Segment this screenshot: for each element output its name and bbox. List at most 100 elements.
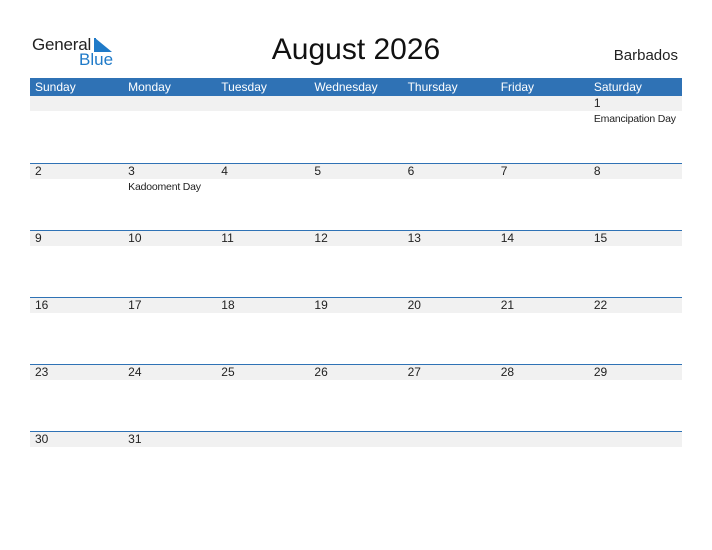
weekday-monday: Monday [128,80,171,94]
date-bar: 30 31 [30,432,682,447]
weekday-sunday: Sunday [35,80,76,94]
event-area [30,380,682,382]
holiday-event [30,447,123,449]
holiday-event [403,380,496,382]
day-number: 9 [35,231,42,245]
weekday-header-row: Sunday Monday Tuesday Wednesday Thursday… [30,78,682,96]
country-label: Barbados [613,47,678,64]
day-number: 21 [500,298,515,312]
holiday-event [496,111,589,125]
day-number: 25 [221,365,235,379]
day-number [216,432,309,447]
day-number [309,432,402,447]
holiday-event [496,246,589,248]
holiday-event [403,447,496,449]
holiday-event [123,313,216,315]
holiday-event [309,380,402,382]
day-number [403,432,496,447]
day-number: 1 [593,96,601,110]
event-area [30,447,682,449]
holiday-event [30,179,123,193]
holiday-event [123,447,216,449]
holiday-event [216,246,309,248]
holiday-event: Emancipation Day [593,113,676,125]
weekday-friday: Friday [500,80,535,94]
holiday-event [123,380,216,382]
day-number [123,96,216,111]
date-bar: 9 10 11 12 13 14 15 [30,231,682,246]
event-area: Emancipation Day [30,111,682,125]
day-number: 24 [128,365,142,379]
event-area [30,313,682,315]
day-number: 7 [500,164,508,178]
date-bar: 2 3 4 5 6 7 8 [30,164,682,179]
holiday-event [589,447,682,449]
day-number: 11 [221,231,234,245]
holiday-event [30,313,123,315]
day-number: 28 [500,365,515,379]
holiday-event [309,246,402,248]
holiday-event [30,380,123,382]
holiday-event [589,179,682,193]
day-number [589,432,682,447]
weekday-saturday: Saturday [593,80,642,94]
holiday-event [309,111,402,125]
day-number [496,432,589,447]
holiday-event [403,179,496,193]
date-bar: 23 24 25 26 27 28 29 [30,365,682,380]
holiday-event [496,380,589,382]
date-bar: 1 [30,96,682,111]
day-number: 26 [314,365,328,379]
day-number: 17 [128,298,142,312]
day-number: 22 [593,298,608,312]
holiday-event [496,313,589,315]
weekday-wednesday: Wednesday [314,80,378,94]
event-area: Kadooment Day [30,179,682,193]
day-number: 14 [500,231,515,245]
day-number [496,96,589,111]
day-number: 19 [314,298,328,312]
day-number: 12 [314,231,328,245]
day-number: 31 [128,432,142,446]
day-number: 30 [35,432,49,446]
holiday-event [403,246,496,248]
holiday-event [589,246,682,248]
calendar-grid: Sunday Monday Tuesday Wednesday Thursday… [30,78,682,498]
day-number [309,96,402,111]
holiday-event [403,111,496,125]
week-row: 16 17 18 19 20 21 22 [30,297,682,364]
week-row: 1 Emancipation Day [30,96,682,163]
holiday-event [403,313,496,315]
holiday-event [496,179,589,193]
holiday-event [30,246,123,248]
day-number [30,96,123,111]
weekday-tuesday: Tuesday [221,80,267,94]
day-number [216,96,309,111]
holiday-event [589,380,682,382]
holiday-event [123,246,216,248]
day-number: 3 [128,164,135,178]
day-number: 27 [407,365,421,379]
day-number: 13 [407,231,421,245]
holiday-event [123,111,216,125]
day-number: 18 [221,298,235,312]
day-number: 29 [593,365,608,379]
holiday-event [309,447,402,449]
day-number: 2 [35,164,42,178]
day-number: 5 [314,164,322,178]
page-title: August 2026 [271,33,441,66]
holiday-event [216,111,309,125]
holiday-event [216,380,309,382]
holiday-event [589,313,682,315]
day-number: 16 [35,298,49,312]
day-number: 15 [593,231,608,245]
day-number: 8 [593,164,601,178]
week-row: 2 3 4 5 6 7 8 Kadooment Day [30,163,682,230]
holiday-event [309,179,402,193]
weekday-thursday: Thursday [407,80,458,94]
holiday-event [216,447,309,449]
holiday-event [309,313,402,315]
holiday-event [496,447,589,449]
week-row: 23 24 25 26 27 28 29 [30,364,682,431]
day-number: 23 [35,365,49,379]
